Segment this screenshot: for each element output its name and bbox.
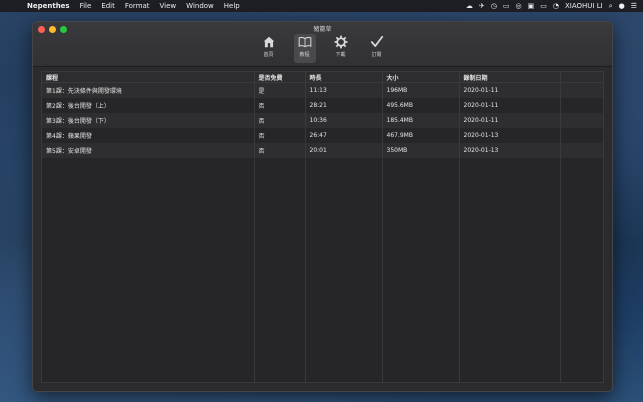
cell-duration: 20:01 (305, 143, 383, 158)
toolbar-home-button[interactable]: 首頁 (258, 34, 280, 63)
cell-free: 否 (254, 143, 306, 158)
time-machine-icon[interactable]: ◷ (491, 2, 497, 10)
cell-free: 是 (254, 82, 306, 98)
window-titlebar: 豬籠草 首頁 教程 下載 訂閱 (33, 22, 612, 67)
checkmark-icon (370, 35, 383, 47)
table-row[interactable]: 第5課：安卓開發 否 20:01 350MB 2020-01-13 (42, 143, 604, 158)
bird-icon[interactable]: ✈ (479, 2, 485, 10)
table-row[interactable]: 第4課：蘋果開發 否 26:47 467.9MB 2020-01-13 (42, 128, 604, 143)
cell-course: 第1課：先決條件與開發環境 (42, 82, 255, 98)
toolbar-home-label: 首頁 (263, 52, 274, 58)
table-row[interactable]: 第2課：後台開發（上） 否 28:21 495.6MB 2020-01-11 (42, 98, 604, 113)
cell-course: 第4課：蘋果開發 (42, 128, 255, 143)
table-row[interactable]: 第1課：先決條件與開發環境 是 11:13 196MB 2020-01-11 (42, 82, 604, 98)
menu-file[interactable]: File (75, 2, 97, 10)
cell-course: 第5課：安卓開發 (42, 143, 255, 158)
column-divider (254, 72, 255, 382)
cell-date: 2020-01-11 (459, 82, 561, 98)
menu-view[interactable]: View (155, 2, 182, 10)
course-table: 課程 是否免費 時長 大小 錄制日期 第1課：先決條件與開發環境 是 11:13… (42, 72, 604, 158)
cell-duration: 10:36 (305, 113, 383, 128)
toolbar-tutorials-label: 教程 (299, 52, 310, 58)
app-window: 豬籠草 首頁 教程 下載 訂閱 課程 是否免費 時長 大小 錄制日期 第1課：先… (32, 21, 613, 392)
user-name[interactable]: XIAOHUI LI (565, 2, 603, 10)
airplay-icon[interactable]: ▭ (503, 2, 510, 10)
header-free[interactable]: 是否免費 (254, 72, 306, 83)
cell-duration: 26:47 (305, 128, 383, 143)
cloud-icon[interactable]: ☁ (466, 2, 473, 10)
table-row[interactable]: 第3課：後台開發（下） 否 10:36 185.4MB 2020-01-11 (42, 113, 604, 128)
cell-duration: 11:13 (305, 82, 383, 98)
battery-icon[interactable]: ▭ (540, 2, 547, 10)
cell-date: 2020-01-13 (459, 128, 561, 143)
cell-size: 185.4MB (382, 113, 460, 128)
column-divider (382, 72, 383, 382)
toolbar: 首頁 教程 下載 訂閱 (33, 34, 612, 63)
cell-date: 2020-01-13 (459, 143, 561, 158)
header-empty (560, 72, 604, 83)
cell-course: 第2課：後台開發（上） (42, 98, 255, 113)
document-icon[interactable]: ▣ (528, 2, 535, 10)
toolbar-subscribe-button[interactable]: 訂閱 (366, 34, 388, 63)
table-header-row: 課程 是否免費 時長 大小 錄制日期 (42, 72, 604, 83)
menu-help[interactable]: Help (219, 2, 245, 10)
toolbar-download-label: 下載 (335, 52, 346, 58)
column-divider (459, 72, 460, 382)
cell-free: 否 (254, 98, 306, 113)
cell-date: 2020-01-11 (459, 98, 561, 113)
cell-free: 否 (254, 113, 306, 128)
column-divider (560, 72, 561, 382)
cell-duration: 28:21 (305, 98, 383, 113)
toolbar-tutorials-button[interactable]: 教程 (293, 34, 316, 63)
home-icon (263, 36, 274, 48)
menu-format[interactable]: Format (120, 2, 155, 10)
gear-icon (334, 35, 347, 49)
toolbar-subscribe-label: 訂閱 (371, 52, 382, 58)
cell-size: 467.9MB (382, 128, 460, 143)
column-divider (305, 72, 306, 382)
menu-bar: Nepenthes File Edit Format View Window H… (0, 0, 643, 12)
menu-edit[interactable]: Edit (96, 2, 120, 10)
window-title: 豬籠草 (313, 26, 332, 33)
cell-free: 否 (254, 128, 306, 143)
cell-size: 350MB (382, 143, 460, 158)
header-size[interactable]: 大小 (382, 72, 460, 83)
cell-size: 495.6MB (382, 98, 460, 113)
toolbar-download-button[interactable]: 下載 (330, 34, 352, 63)
menu-window[interactable]: Window (181, 2, 219, 10)
cell-date: 2020-01-11 (459, 113, 561, 128)
header-course[interactable]: 課程 (42, 72, 255, 83)
cell-size: 196MB (382, 82, 460, 98)
cell-course: 第3課：後台開發（下） (42, 113, 255, 128)
menu-app-name[interactable]: Nepenthes (22, 2, 75, 10)
header-record-date[interactable]: 錄制日期 (459, 72, 561, 83)
focus-icon[interactable]: ◎ (516, 2, 522, 10)
course-table-container: 課程 是否免費 時長 大小 錄制日期 第1課：先決條件與開發環境 是 11:13… (41, 71, 604, 383)
search-icon[interactable]: ⌕ (609, 2, 613, 11)
siri-icon[interactable]: ● (619, 2, 625, 10)
book-icon (298, 36, 311, 48)
header-duration[interactable]: 時長 (305, 72, 383, 83)
control-center-icon[interactable]: ☰ (631, 2, 637, 10)
clock-icon[interactable]: ◔ (553, 2, 559, 10)
